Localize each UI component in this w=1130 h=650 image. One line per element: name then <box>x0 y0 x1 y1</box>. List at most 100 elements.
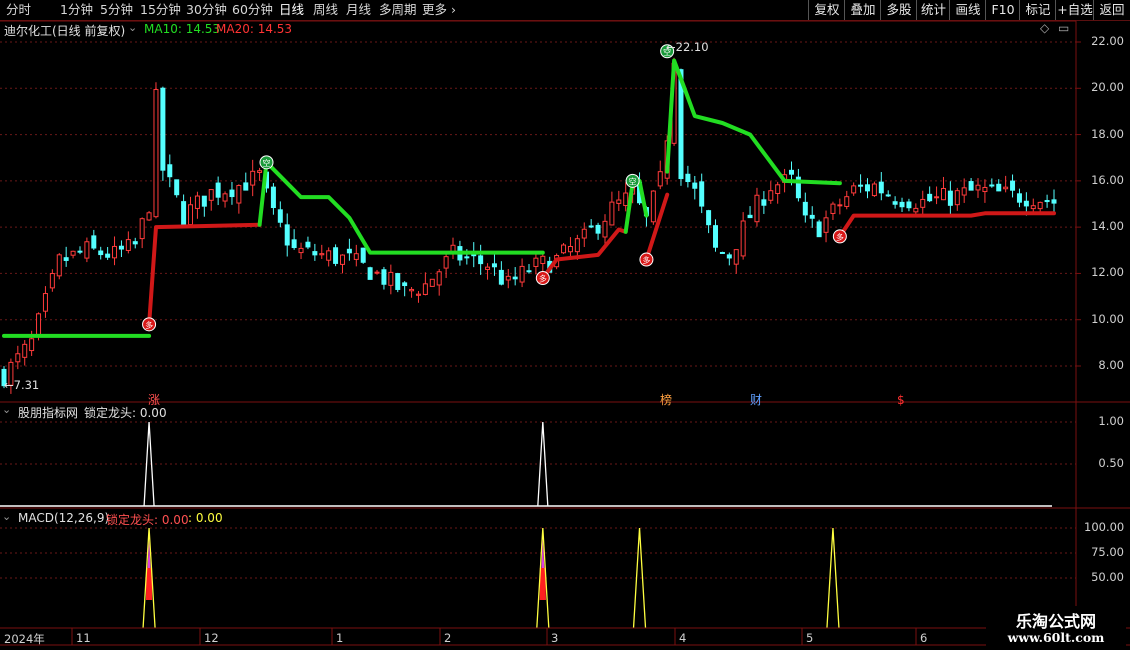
candle-body <box>139 218 145 240</box>
window-icon[interactable]: ▭ <box>1058 21 1069 35</box>
candle-body <box>63 257 69 261</box>
candle-body <box>201 195 207 207</box>
candle-body <box>339 254 345 265</box>
candle-body <box>892 201 898 205</box>
candle-body <box>961 187 967 196</box>
candle-body <box>485 266 491 270</box>
diamond-icon[interactable]: ◇ <box>1040 21 1049 35</box>
candle-body <box>402 282 408 287</box>
macd-axis-label: 50.00 <box>1091 570 1124 584</box>
indicator-name: 股朋指标网 <box>18 406 79 420</box>
candle-body <box>367 267 373 280</box>
x-label-jun: 6 <box>920 631 928 645</box>
candle-body <box>132 241 138 245</box>
tag-finance[interactable]: 财 <box>750 394 762 407</box>
ma20-label: MA20: 14.53 <box>216 22 293 36</box>
candle-body <box>809 214 815 219</box>
sell-signal-icon-text: 空 <box>629 176 637 186</box>
candle-body <box>754 194 760 223</box>
x-label-feb: 2 <box>444 631 452 645</box>
candle-body <box>733 249 739 265</box>
price-axis-label: 10.00 <box>1091 311 1124 326</box>
indicator-axis-label: 0.50 <box>1098 456 1124 470</box>
candle-body <box>775 184 781 195</box>
candle-body <box>333 247 339 264</box>
candle-body <box>29 338 35 352</box>
candle-body <box>858 184 864 187</box>
support-line-segment <box>665 58 842 186</box>
candle-body <box>650 190 656 223</box>
x-label-mar: 3 <box>551 631 559 645</box>
support-line-segment <box>623 178 649 234</box>
candle-body <box>153 89 159 218</box>
candle-body <box>188 204 194 226</box>
candle-body <box>657 171 663 187</box>
candle-body <box>49 273 55 289</box>
candle-body <box>588 225 594 228</box>
candle-body <box>934 196 940 199</box>
candle-body <box>326 250 332 261</box>
candle-body <box>353 253 359 260</box>
buy-signal-icon-text: 多 <box>145 320 153 330</box>
candle-body <box>940 187 946 201</box>
candle-body <box>257 170 263 173</box>
ma10-label: MA10: 14.53 <box>144 22 221 36</box>
candle-body <box>567 245 573 253</box>
candle-body <box>878 181 884 194</box>
candle-body <box>270 186 276 209</box>
indicator-axis-label: 1.00 <box>1098 414 1124 428</box>
candle-body <box>22 343 28 358</box>
candle-body <box>1010 180 1016 191</box>
candle-body <box>284 224 290 246</box>
candle-body <box>374 271 380 274</box>
candle-body <box>360 247 366 263</box>
candle-body <box>174 179 180 196</box>
price-axis-label: 16.00 <box>1091 172 1124 187</box>
dropdown-circle-icon[interactable]: ⌄ <box>2 510 11 523</box>
candle-body <box>436 271 442 286</box>
dropdown-circle-icon[interactable]: ⌄ <box>128 21 137 34</box>
candle-body <box>167 164 173 178</box>
candle-body <box>1051 199 1057 204</box>
arrow-icon: ← <box>666 40 676 54</box>
candle-body <box>913 207 919 213</box>
dropdown-circle-icon[interactable]: ⌄ <box>2 403 11 416</box>
candle-body <box>236 185 242 204</box>
candle-body <box>885 194 891 197</box>
price-high-value: 22.10 <box>675 40 709 54</box>
watermark-logo: 乐淘公式网 www.60lt.com <box>986 606 1126 648</box>
candle-body <box>112 245 118 259</box>
candle-body <box>222 193 228 202</box>
candle-body <box>56 254 62 277</box>
candle-body <box>42 293 48 312</box>
candle-body <box>1037 201 1043 210</box>
kline-chart-area[interactable]: 多多多多空空空 <box>0 0 1130 650</box>
candle-body <box>602 220 608 238</box>
candle-body <box>802 201 808 216</box>
candle-body <box>298 247 304 254</box>
candle-body <box>623 192 629 207</box>
indicator-series-label: 锁定龙头: 0.00 <box>84 406 167 420</box>
candle-body <box>160 87 166 171</box>
candle-body <box>899 201 905 208</box>
candle-body <box>864 184 870 192</box>
price-high-label: ←22.10 <box>666 40 709 54</box>
x-label-apr: 4 <box>679 631 687 645</box>
candle-body <box>699 181 705 207</box>
tag-ranking[interactable]: 榜 <box>660 394 672 407</box>
panel-frames <box>0 20 1130 646</box>
candle-body <box>713 225 719 248</box>
candle-body <box>77 250 83 253</box>
candle-body <box>851 185 857 194</box>
candle-body <box>768 190 774 201</box>
candle-body <box>519 265 525 283</box>
candle-body <box>319 253 325 256</box>
candle-body <box>823 217 829 233</box>
candle-body <box>540 255 546 265</box>
candle-body <box>181 201 187 225</box>
arrow-icon: ← <box>4 378 14 392</box>
candle-body <box>581 228 587 239</box>
candle-body <box>277 209 283 223</box>
candle-body <box>927 193 933 202</box>
tag-dividend[interactable]: $ <box>897 394 905 407</box>
